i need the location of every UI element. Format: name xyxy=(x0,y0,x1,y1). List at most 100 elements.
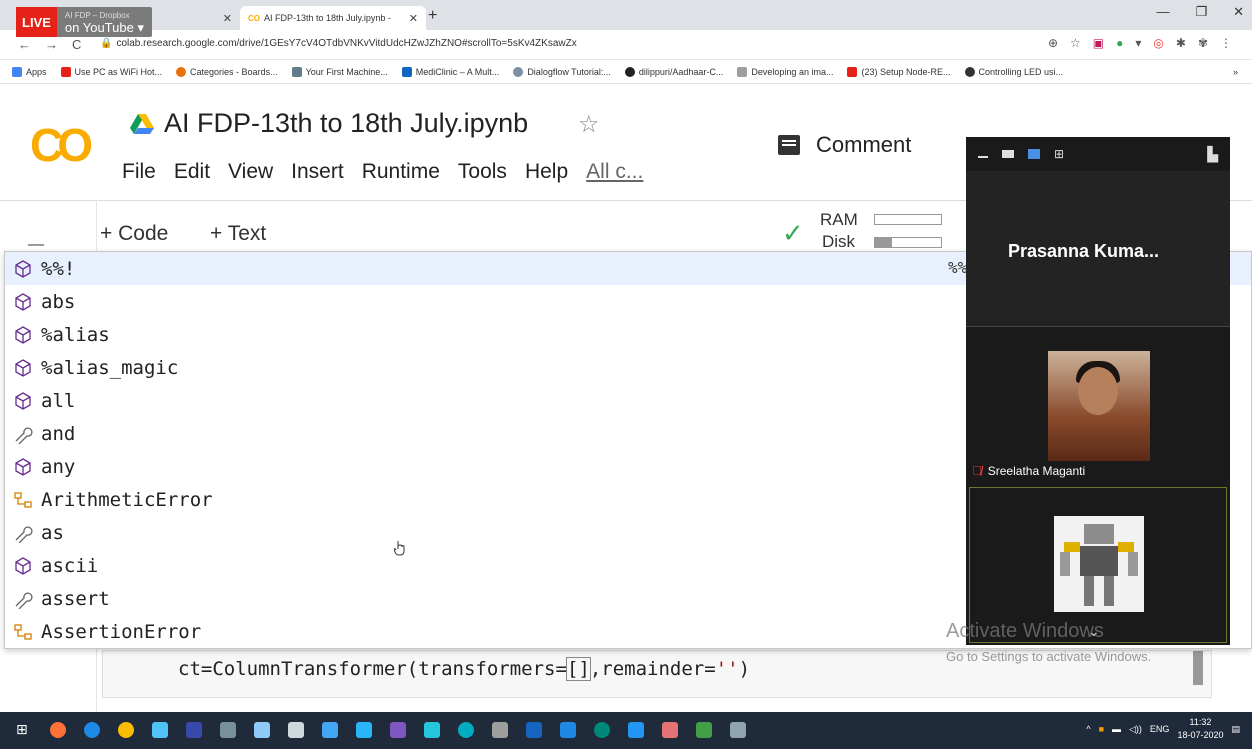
menu-runtime[interactable]: Runtime xyxy=(362,160,440,184)
bookmark-item[interactable]: (23) Setup Node-RE... xyxy=(847,66,951,77)
code-editor-line[interactable]: ct=ColumnTransformer(transformers=[],rem… xyxy=(178,657,750,681)
network-icon[interactable]: ▬ xyxy=(1112,724,1121,734)
bookmark-item[interactable]: Categories - Boards... xyxy=(176,66,278,77)
taskbar-app-icon[interactable] xyxy=(560,722,576,738)
youtube-live-badge[interactable]: LIVE AI FDP – Dropbox on YouTube ▾ xyxy=(16,7,152,37)
bookmark-star-icon[interactable]: ☆ xyxy=(1070,36,1081,50)
bookmark-item[interactable]: Dialogflow Tutorial:... xyxy=(513,66,611,77)
menu-edit[interactable]: Edit xyxy=(174,160,210,184)
menu-dots-icon[interactable]: ⋮ xyxy=(1220,36,1232,50)
add-code-cell-button[interactable]: + Code xyxy=(100,222,168,246)
taskbar-app-icon[interactable] xyxy=(492,722,508,738)
reload-icon[interactable]: C xyxy=(72,37,81,52)
firefox-icon[interactable] xyxy=(50,722,66,738)
maximize-icon[interactable]: ❐ xyxy=(1195,4,1207,20)
arduino-icon[interactable] xyxy=(458,722,474,738)
minimize-video-icon[interactable] xyxy=(978,156,988,158)
notebook-title[interactable]: AI FDP-13th to 18th July.ipynb xyxy=(164,108,528,139)
menu-view[interactable]: View xyxy=(228,160,273,184)
taskbar-app-icon[interactable] xyxy=(730,722,746,738)
url-field[interactable]: 🔒 colab.research.google.com/drive/1GEsY7c… xyxy=(100,38,577,49)
address-bar-row: ← → C 🔒 colab.research.google.com/drive/1… xyxy=(0,30,1252,60)
extension-icon[interactable]: ▣ xyxy=(1093,36,1104,50)
puzzle-icon[interactable]: ✱ xyxy=(1176,36,1186,50)
taskbar-app-icon[interactable] xyxy=(152,722,168,738)
taskbar-app-icon[interactable] xyxy=(696,722,712,738)
host-name: Prasanna Kuma... xyxy=(1008,241,1160,261)
bookmark-item[interactable]: dilippuri/Aadhaar-C... xyxy=(624,66,723,77)
video-call-panel: ⊞ ▙ Prasanna Kuma... 🎙̸ Sreelatha Magant… xyxy=(966,137,1230,645)
back-icon[interactable]: ← xyxy=(18,37,31,52)
taskbar-app-icon[interactable] xyxy=(322,722,338,738)
edge-icon[interactable] xyxy=(84,722,100,738)
taskbar-app-icon[interactable] xyxy=(390,722,406,738)
file-explorer-icon[interactable] xyxy=(356,722,372,738)
host-video-tile[interactable]: Prasanna Kuma... xyxy=(966,171,1230,327)
taskbar-app-icon[interactable] xyxy=(594,722,610,738)
star-icon[interactable]: ☆ xyxy=(578,110,600,139)
autocomplete-item-label: %alias_magic xyxy=(41,356,179,379)
menu-tools[interactable]: Tools xyxy=(458,160,507,184)
taskbar-app-icon[interactable] xyxy=(220,722,236,738)
clock[interactable]: 11:32 18-07-2020 xyxy=(1177,716,1223,742)
taskbar-app-icon[interactable] xyxy=(254,722,270,738)
tab-close-icon[interactable]: ✕ xyxy=(409,12,418,25)
menu-file[interactable]: File xyxy=(122,160,156,184)
gallery-view-icon[interactable]: ⊞ xyxy=(1054,147,1064,161)
windows-start-icon[interactable]: ⊞ xyxy=(16,721,32,737)
code-text: ct=ColumnTransformer(transformers= xyxy=(178,658,567,680)
new-tab-button[interactable]: + xyxy=(428,7,437,25)
zoom-app-icon[interactable] xyxy=(628,722,644,738)
profile-icon[interactable]: ✾ xyxy=(1198,36,1208,50)
comment-button[interactable]: Comment xyxy=(778,132,911,158)
bookmark-apps[interactable]: Apps xyxy=(12,66,47,77)
disk-meter[interactable] xyxy=(874,237,942,248)
menu-insert[interactable]: Insert xyxy=(291,160,344,184)
word-icon[interactable] xyxy=(186,722,202,738)
browser-tab-colab[interactable]: CO AI FDP-13th to 18th July.ipynb - ✕ xyxy=(240,6,426,30)
ram-meter[interactable] xyxy=(874,214,942,225)
all-changes-saved-link[interactable]: All c... xyxy=(586,160,643,184)
autocomplete-item-label: %%! xyxy=(41,257,76,280)
autocomplete-item-label: as xyxy=(41,521,64,544)
bookmark-item[interactable]: Developing an ima... xyxy=(737,66,833,77)
taskbar-app-icon[interactable] xyxy=(424,722,440,738)
forward-icon[interactable]: → xyxy=(45,37,58,52)
tab-close-icon[interactable]: ✕ xyxy=(223,12,232,25)
speaker-view-icon[interactable] xyxy=(1028,149,1040,159)
add-text-cell-button[interactable]: + Text xyxy=(210,222,266,246)
scrollbar-thumb[interactable] xyxy=(1193,651,1203,685)
bookmarks-overflow[interactable]: » xyxy=(1233,67,1238,77)
google-drive-icon[interactable] xyxy=(130,114,154,134)
minimize-icon[interactable]: — xyxy=(1156,4,1169,20)
vscode-icon[interactable] xyxy=(526,722,542,738)
taskbar-app-icon[interactable] xyxy=(662,722,678,738)
zoom-icon[interactable]: ⊕ xyxy=(1048,36,1058,50)
tray-app-icon[interactable]: ■ xyxy=(1099,724,1104,734)
extension-icon[interactable]: ▾ xyxy=(1135,36,1141,50)
close-window-icon[interactable]: ✕ xyxy=(1233,4,1244,20)
bookmark-item[interactable]: MediClinic – A Mult... xyxy=(401,66,499,77)
bookmark-item[interactable]: Use PC as WiFi Hot... xyxy=(60,66,162,77)
code-text: [] xyxy=(565,657,591,681)
taskbar-app-icon[interactable] xyxy=(288,722,304,738)
participant-label: 🎙̸ Sreelatha Maganti xyxy=(972,463,1085,478)
menu-help[interactable]: Help xyxy=(525,160,568,184)
extension-icon[interactable]: ● xyxy=(1116,36,1123,50)
notifications-icon[interactable]: ▤ xyxy=(1231,724,1240,735)
colab-logo[interactable]: CO xyxy=(30,118,93,172)
site-icon xyxy=(401,66,412,77)
autocomplete-item-label: all xyxy=(41,389,76,412)
autocomplete-detail: %% xyxy=(948,258,968,277)
extension-icon[interactable]: ◎ xyxy=(1153,36,1163,50)
exit-panel-icon[interactable]: ▙ xyxy=(1207,146,1218,163)
volume-icon[interactable]: ◁)) xyxy=(1129,724,1142,735)
language-indicator[interactable]: ENG xyxy=(1150,724,1170,734)
tray-chevron-icon[interactable]: ^ xyxy=(1086,724,1090,734)
chrome-icon[interactable] xyxy=(118,722,134,738)
site-icon xyxy=(291,66,302,77)
bookmark-item[interactable]: Controlling LED usi... xyxy=(964,66,1063,77)
participant-video-tile[interactable]: 🎙̸ Sreelatha Maganti xyxy=(966,327,1230,485)
mini-view-icon[interactable] xyxy=(1002,150,1014,158)
bookmark-item[interactable]: Your First Machine... xyxy=(291,66,388,77)
